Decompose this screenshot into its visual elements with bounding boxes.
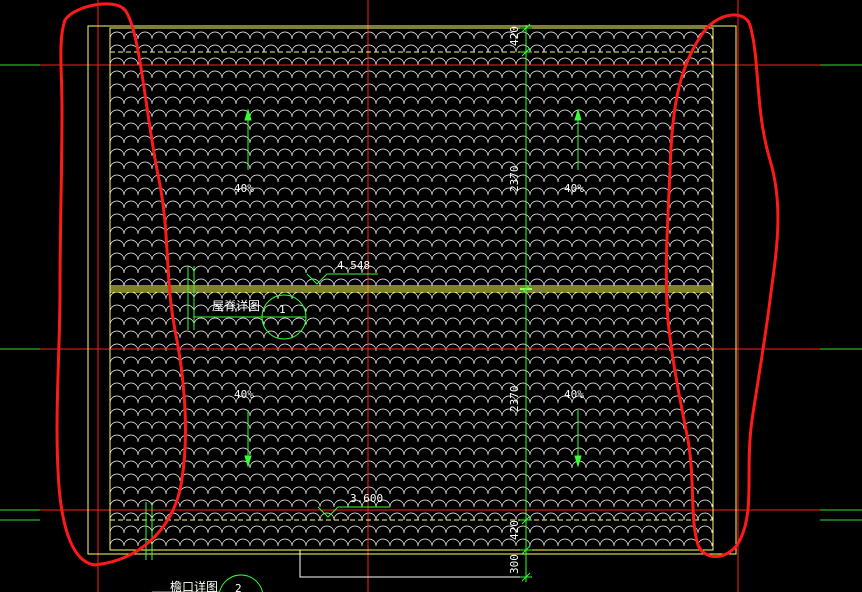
tile-hatch-upper (110, 28, 713, 286)
dim-top-eave: 420 (508, 26, 521, 46)
slope-label-bottom-right: 40% (564, 388, 584, 401)
eave-detail-number: 2 (235, 582, 242, 592)
dim-upper-slope: 2370 (508, 166, 521, 193)
dim-lower-slope: 2370 (508, 386, 521, 413)
ridge-detail-number: 1 (279, 303, 286, 316)
tile-hatch-lower (110, 292, 713, 550)
slope-label-bottom-left: 40% (234, 388, 254, 401)
slope-label-top-right: 40% (564, 182, 584, 195)
dim-bottom-eave: 420 (508, 520, 521, 540)
roof-plan-drawing: 420 2370 2370 420 300 40% 40% 40% 40% 4.… (0, 0, 862, 592)
eave-detail-label: 檐口详图 (170, 579, 218, 592)
ridge-elevation-text: 4.548 (337, 259, 370, 272)
dim-gutter: 300 (508, 554, 521, 574)
slope-label-top-left: 40% (234, 182, 254, 195)
ridge-detail-label: 屋脊详图 (212, 298, 260, 313)
eave-elevation-text: 3.600 (350, 492, 383, 505)
